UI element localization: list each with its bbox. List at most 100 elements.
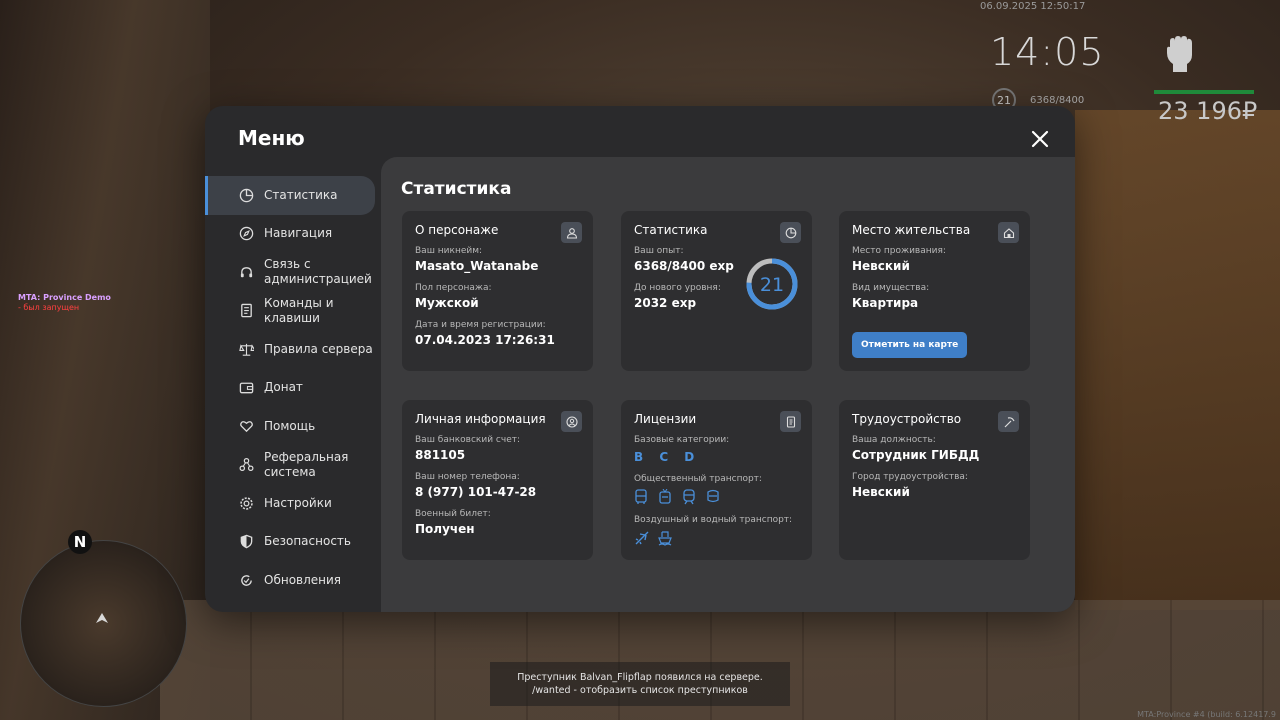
phone-value: 8 (977) 101-47-28 bbox=[415, 485, 537, 499]
sidebar-item-label: Настройки bbox=[264, 495, 332, 510]
level-number: 21 bbox=[760, 274, 784, 296]
field-label: Место проживания: bbox=[852, 246, 946, 256]
sidebar-item-updates[interactable]: Обновления bbox=[205, 561, 381, 600]
field-label: Базовые категории: bbox=[634, 435, 730, 445]
military-id-value: Получен bbox=[415, 522, 475, 536]
card-residence: Место жительства Место проживания: Невск… bbox=[839, 211, 1030, 371]
field-label: Ваш банковский счет: bbox=[415, 435, 521, 445]
refresh-icon bbox=[238, 572, 254, 588]
scales-icon bbox=[238, 341, 254, 357]
sidebar: Статистика Навигация Связь с администрац… bbox=[205, 176, 381, 600]
public-transport-icons bbox=[634, 489, 799, 505]
card-title: Лицензии bbox=[634, 412, 697, 426]
menu-window: Меню Статистика Навигация Связь с админи… bbox=[205, 106, 1075, 612]
sidebar-item-help[interactable]: Помощь bbox=[205, 407, 381, 446]
sidebar-item-rules[interactable]: Правила сервера bbox=[205, 330, 381, 369]
fist-icon bbox=[1167, 36, 1192, 72]
compass-icon bbox=[238, 226, 254, 242]
document-icon bbox=[238, 303, 254, 319]
notification-line: /wanted - отобразить список преступников bbox=[532, 685, 748, 696]
sidebar-item-statistics[interactable]: Статистика bbox=[205, 176, 375, 215]
chat-line: - был запущен bbox=[18, 303, 80, 312]
card-title: О персонаже bbox=[415, 223, 499, 237]
sidebar-item-admin-contact[interactable]: Связь с администрацией bbox=[205, 253, 381, 292]
card-title: Статистика bbox=[634, 223, 708, 237]
card-statistics: Статистика Ваш опыт: 6368/8400 exp До но… bbox=[621, 211, 812, 371]
content-panel: Статистика О персонаже Ваш никнейм: Masa… bbox=[381, 157, 1075, 612]
boat-icon bbox=[658, 530, 674, 546]
field-label: Ваш опыт: bbox=[634, 246, 684, 256]
field-label: Воздушный и водный транспорт: bbox=[634, 515, 793, 525]
server-notification: Преступник Balvan_Flipflap появился на с… bbox=[490, 662, 790, 706]
train-icon bbox=[682, 489, 698, 505]
network-icon bbox=[238, 457, 254, 473]
user-icon[interactable] bbox=[561, 222, 582, 243]
headset-icon bbox=[238, 264, 254, 280]
sidebar-item-settings[interactable]: Настройки bbox=[205, 484, 381, 523]
trolleybus-icon bbox=[658, 489, 674, 505]
sidebar-item-security[interactable]: Безопасность bbox=[205, 523, 381, 562]
hud-clock: 14:05 bbox=[990, 30, 1105, 74]
position-value: Сотрудник ГИБДД bbox=[852, 448, 980, 462]
field-label: Город трудоустройства: bbox=[852, 472, 968, 482]
field-label: Ваш номер телефона: bbox=[415, 472, 520, 482]
field-label: Ваша должность: bbox=[852, 435, 936, 445]
sidebar-item-label: Реферальная система bbox=[264, 449, 349, 479]
sidebar-item-label: Помощь bbox=[264, 418, 316, 433]
bus-icon bbox=[634, 489, 650, 505]
hud-exp: 6368/8400 bbox=[1030, 95, 1085, 106]
player-marker-icon bbox=[96, 613, 108, 623]
airplane-icon bbox=[634, 530, 650, 546]
menu-title: Меню bbox=[238, 126, 305, 150]
shield-icon bbox=[238, 534, 254, 550]
field-label: Пол персонажа: bbox=[415, 283, 492, 293]
close-icon[interactable] bbox=[1027, 126, 1053, 152]
gender-value: Мужской bbox=[415, 296, 479, 310]
pie-chart-icon[interactable] bbox=[780, 222, 801, 243]
card-title: Личная информация bbox=[415, 412, 546, 426]
card-character: О персонаже Ваш никнейм: Masato_Watanabe… bbox=[402, 211, 593, 371]
gear-icon bbox=[238, 495, 254, 511]
pickaxe-icon[interactable] bbox=[998, 411, 1019, 432]
chat-line: MTA: Province Demo bbox=[18, 293, 111, 302]
tram-icon bbox=[706, 489, 722, 505]
sidebar-item-commands[interactable]: Команды и клавиши bbox=[205, 292, 381, 331]
work-city-value: Невский bbox=[852, 485, 910, 499]
heart-hands-icon bbox=[238, 418, 254, 434]
nickname-value: Masato_Watanabe bbox=[415, 259, 539, 273]
level-progress-ring: 21 bbox=[746, 258, 798, 310]
sidebar-item-label: Команды и клавиши bbox=[264, 295, 334, 325]
air-water-transport-icons bbox=[634, 530, 799, 546]
card-licenses: Лицензии Базовые категории: B C D Общест… bbox=[621, 400, 812, 560]
residence-value: Невский bbox=[852, 259, 910, 273]
license-categories: B C D bbox=[634, 450, 701, 464]
card-personal-info: Личная информация Ваш банковский счет: 8… bbox=[402, 400, 593, 560]
sidebar-item-label: Безопасность bbox=[264, 534, 351, 549]
sidebar-item-referral[interactable]: Реферальная система bbox=[205, 446, 381, 485]
card-title: Трудоустройство bbox=[852, 412, 962, 426]
sidebar-item-navigation[interactable]: Навигация bbox=[205, 215, 381, 254]
bank-account-value: 881105 bbox=[415, 448, 466, 462]
hud-money: 23 196₽ bbox=[1158, 97, 1258, 125]
home-icon[interactable] bbox=[998, 222, 1019, 243]
user-circle-icon[interactable] bbox=[561, 411, 582, 432]
hud-datetime: 06.09.2025 12:50:17 bbox=[980, 1, 1086, 12]
hud-money-bar bbox=[1154, 90, 1254, 94]
content-title: Статистика bbox=[401, 179, 512, 199]
sidebar-item-label: Правила сервера bbox=[264, 341, 373, 356]
scene-background-right bbox=[1075, 110, 1280, 610]
id-card-icon[interactable] bbox=[780, 411, 801, 432]
card-title: Место жительства bbox=[852, 223, 971, 237]
card-employment: Трудоустройство Ваша должность: Сотрудни… bbox=[839, 400, 1030, 560]
field-label: Общественный транспорт: bbox=[634, 474, 762, 484]
minimap-north-icon: N bbox=[68, 530, 92, 554]
field-label: Ваш никнейм: bbox=[415, 246, 483, 256]
sidebar-item-label: Обновления bbox=[264, 572, 342, 587]
notification-line: Преступник Balvan_Flipflap появился на с… bbox=[517, 672, 763, 683]
pie-chart-icon bbox=[238, 187, 254, 203]
sidebar-item-label: Навигация bbox=[264, 226, 333, 241]
mark-on-map-button[interactable]: Отметить на карте bbox=[852, 332, 968, 358]
field-label: Вид имущества: bbox=[852, 283, 930, 293]
field-label: Дата и время регистрации: bbox=[415, 320, 546, 330]
sidebar-item-donate[interactable]: Донат bbox=[205, 369, 381, 408]
